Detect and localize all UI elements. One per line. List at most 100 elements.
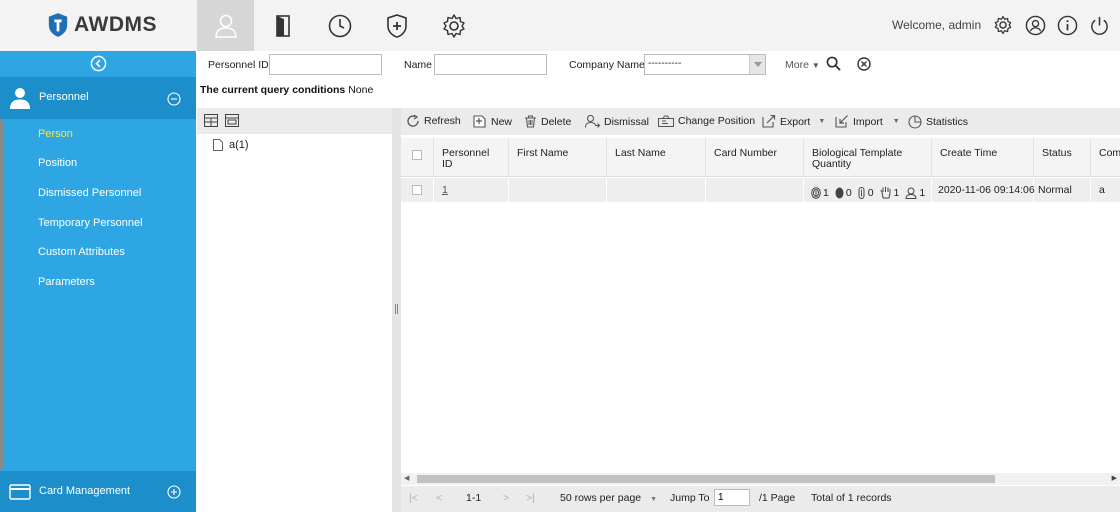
info-icon bbox=[1057, 15, 1077, 35]
module-device[interactable] bbox=[254, 0, 311, 51]
column-header-company[interactable]: Com bbox=[1091, 138, 1120, 177]
query-conditions: The current query conditions None bbox=[200, 84, 373, 96]
import-button[interactable]: Import ▼ bbox=[835, 115, 900, 128]
export-label: Export bbox=[780, 115, 811, 128]
module-access[interactable] bbox=[368, 0, 425, 51]
table-row[interactable]: 1 1 0 0 1 1 2020-11-06 09:14:06 Normal a bbox=[401, 178, 1120, 202]
refresh-button[interactable]: Refresh bbox=[406, 115, 461, 127]
total-records: Total of 1 records bbox=[811, 492, 892, 504]
column-header-biological-template-quantity[interactable]: Biological Template Quantity bbox=[804, 138, 932, 177]
import-dropdown-arrow-icon[interactable]: ▼ bbox=[893, 118, 900, 125]
column-header-create-time[interactable]: Create Time bbox=[932, 138, 1034, 177]
personnel-id-input[interactable] bbox=[269, 54, 382, 75]
column-header-personnel-id[interactable]: Personnel ID bbox=[434, 138, 509, 177]
module-system[interactable] bbox=[425, 0, 482, 51]
logo-text: AWDMS bbox=[74, 13, 157, 36]
new-document-icon bbox=[473, 115, 486, 128]
expand-all-icon[interactable] bbox=[204, 114, 218, 127]
logout-button[interactable] bbox=[1088, 14, 1110, 36]
cell-personnel-id: 1 bbox=[434, 178, 509, 202]
sidebar-item-parameters[interactable]: Parameters bbox=[38, 276, 95, 288]
sidebar-collapse-button[interactable] bbox=[0, 51, 196, 76]
pie-chart-icon bbox=[908, 115, 922, 129]
refresh-label: Refresh bbox=[424, 115, 461, 127]
prev-page-icon[interactable]: < bbox=[436, 492, 442, 504]
row-checkbox[interactable] bbox=[412, 185, 422, 195]
column-header-status[interactable]: Status bbox=[1034, 138, 1091, 177]
search-icon[interactable] bbox=[826, 56, 841, 71]
chevron-left-circle-icon bbox=[90, 55, 106, 72]
column-header-first-name[interactable]: First Name bbox=[509, 138, 607, 177]
user-profile-button[interactable] bbox=[1024, 14, 1046, 36]
change-position-button[interactable]: Change Position bbox=[658, 115, 755, 127]
sidebar-item-dismissed-personnel[interactable]: Dismissed Personnel bbox=[38, 187, 141, 199]
last-page-icon[interactable]: >| bbox=[526, 492, 535, 504]
expand-plus-icon[interactable] bbox=[167, 485, 181, 499]
row-checkbox-cell[interactable] bbox=[401, 178, 434, 202]
next-page-icon[interactable]: > bbox=[503, 492, 509, 504]
card-icon bbox=[9, 484, 31, 500]
company-name-select[interactable]: ---------- bbox=[644, 54, 766, 75]
jump-to-label: Jump To bbox=[670, 492, 710, 504]
personnel-id-link[interactable]: 1 bbox=[442, 184, 448, 196]
sidebar-section-personnel[interactable]: Personnel bbox=[0, 77, 196, 119]
fingerprint-count: 1 bbox=[823, 186, 829, 199]
export-button[interactable]: Export ▼ bbox=[762, 115, 825, 128]
finger-vein-icon bbox=[858, 186, 865, 199]
select-all-checkbox-cell[interactable] bbox=[401, 138, 434, 177]
name-input[interactable] bbox=[434, 54, 547, 75]
refresh-icon bbox=[407, 115, 419, 127]
column-header-card-number[interactable]: Card Number bbox=[706, 138, 804, 177]
panel-splitter[interactable] bbox=[392, 108, 401, 512]
settings-button[interactable] bbox=[992, 14, 1014, 36]
door-icon bbox=[275, 14, 290, 37]
top-bar: AWDMS Welcome, admin bbox=[0, 0, 1120, 51]
sidebar-item-temporary-personnel[interactable]: Temporary Personnel bbox=[38, 217, 143, 229]
rows-per-page-select[interactable]: 50 rows per page ▼ bbox=[560, 492, 657, 504]
module-personnel[interactable] bbox=[197, 0, 254, 51]
jump-to-page-input[interactable] bbox=[714, 489, 750, 506]
app-logo[interactable]: AWDMS bbox=[47, 11, 157, 39]
delete-label: Delete bbox=[541, 115, 572, 128]
personnel-id-label: Personnel ID bbox=[208, 59, 269, 71]
person-icon bbox=[10, 88, 30, 109]
collapse-minus-icon[interactable] bbox=[167, 92, 181, 106]
change-position-icon bbox=[658, 115, 674, 127]
delete-button[interactable]: Delete bbox=[524, 115, 571, 128]
scroll-right-icon[interactable]: ▶ bbox=[1112, 474, 1117, 482]
scrollbar-thumb[interactable] bbox=[417, 475, 995, 483]
chevron-down-icon[interactable]: ▼ bbox=[650, 496, 657, 503]
visible-face-icon bbox=[905, 187, 917, 199]
collapse-all-icon[interactable] bbox=[225, 114, 239, 127]
column-header-last-name[interactable]: Last Name bbox=[607, 138, 706, 177]
logo-shield-icon bbox=[48, 13, 68, 37]
chevron-down-icon[interactable] bbox=[749, 55, 765, 74]
welcome-text: Welcome, admin bbox=[892, 18, 982, 32]
clear-filter-icon[interactable] bbox=[857, 57, 871, 71]
select-all-checkbox[interactable] bbox=[412, 150, 422, 160]
sidebar-section-label: Personnel bbox=[39, 91, 89, 103]
export-dropdown-arrow-icon[interactable]: ▼ bbox=[818, 118, 825, 125]
tree-node[interactable]: a(1) bbox=[213, 139, 249, 151]
dismissal-button[interactable]: Dismissal bbox=[585, 115, 649, 128]
personnel-grid: Personnel ID First Name Last Name Card N… bbox=[401, 138, 1120, 473]
module-attendance[interactable] bbox=[311, 0, 368, 51]
department-tree-panel: a(1) bbox=[197, 108, 392, 512]
new-button[interactable]: New bbox=[473, 115, 512, 128]
cell-biological-template-quantity: 1 0 0 1 1 bbox=[804, 178, 932, 202]
page-range: 1-1 bbox=[466, 492, 482, 504]
cell-status: Normal bbox=[1034, 178, 1091, 202]
sidebar-item-position[interactable]: Position bbox=[38, 157, 77, 169]
statistics-button[interactable]: Statistics bbox=[908, 115, 968, 129]
about-button[interactable] bbox=[1056, 14, 1078, 36]
query-conditions-value: None bbox=[348, 84, 374, 96]
sidebar-section-card-management[interactable]: Card Management bbox=[0, 471, 196, 512]
horizontal-scrollbar[interactable]: ◀ ▶ bbox=[401, 473, 1120, 485]
drag-handle-icon[interactable] bbox=[395, 304, 398, 314]
change-position-label: Change Position bbox=[678, 115, 756, 127]
first-page-icon[interactable]: |< bbox=[409, 492, 418, 504]
scroll-left-icon[interactable]: ◀ bbox=[404, 474, 409, 482]
sidebar-item-custom-attributes[interactable]: Custom Attributes bbox=[38, 246, 125, 258]
sidebar-item-person[interactable]: Person bbox=[38, 128, 73, 140]
more-filters-button[interactable]: More ▼ bbox=[785, 59, 820, 71]
